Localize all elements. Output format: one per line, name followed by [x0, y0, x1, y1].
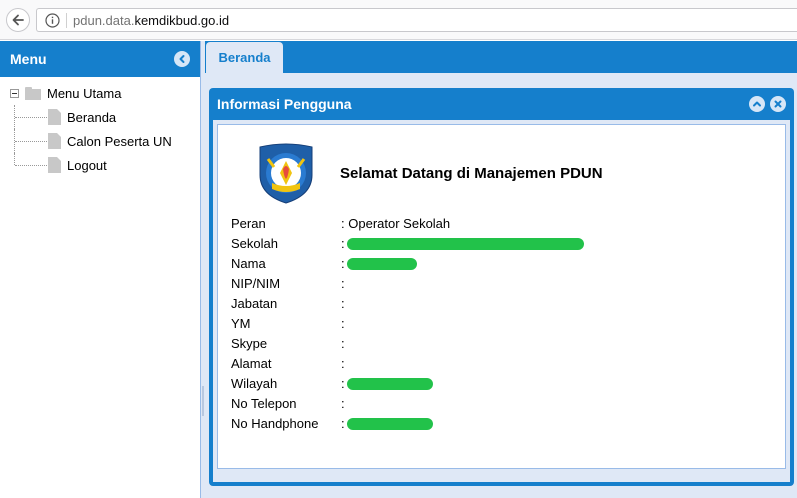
redacted-value	[346, 238, 584, 251]
tree-line	[15, 117, 47, 118]
info-row-jabatan: Jabatan :	[231, 293, 584, 313]
menu-header: Menu	[0, 41, 200, 77]
menu-panel: Menu Menu Utama Beranda Calon Peserta UN	[0, 41, 201, 498]
file-icon	[48, 133, 61, 149]
info-value: :	[341, 296, 345, 311]
info-sep: :	[341, 395, 345, 411]
info-label: Nama	[231, 255, 266, 271]
info-row-no-handphone: No Handphone :	[231, 413, 584, 433]
menu-item-calon-peserta-un[interactable]: Calon Peserta UN	[0, 129, 200, 153]
info-sep: :	[341, 215, 345, 231]
tree-label-menu-utama: Menu Utama	[47, 85, 122, 101]
info-row-nama: Nama :	[231, 253, 584, 273]
chevron-up-icon	[753, 101, 761, 107]
info-sep: :	[341, 415, 345, 431]
tree-node-menu-utama[interactable]: Menu Utama	[0, 81, 200, 105]
menu-item-label: Beranda	[67, 109, 117, 125]
address-separator	[66, 13, 67, 28]
info-sep: :	[341, 295, 345, 311]
info-sep: :	[341, 335, 345, 351]
info-value: : Operator Sekolah	[341, 216, 450, 231]
info-sep: :	[341, 255, 345, 271]
address-bar[interactable]: pdun.data.kemdikbud.go.id	[36, 8, 797, 32]
redacted-value	[346, 378, 433, 391]
back-arrow-icon	[12, 14, 24, 26]
info-label: Peran	[231, 215, 266, 231]
collapse-left-icon	[179, 55, 185, 63]
tab-beranda[interactable]: Beranda	[206, 42, 283, 73]
tab-bar: Beranda	[205, 41, 797, 73]
info-row-ym: YM :	[231, 313, 584, 333]
user-info-panel: Informasi Pengguna Selamat Datang di Man…	[209, 88, 794, 486]
redacted-value	[346, 418, 433, 431]
tut-wuri-handayani-logo	[259, 143, 313, 204]
info-sep: :	[341, 375, 345, 391]
info-value: :	[341, 276, 345, 291]
info-value: :	[341, 316, 345, 331]
info-value-text: Operator Sekolah	[348, 215, 451, 231]
info-row-wilayah: Wilayah :	[231, 373, 584, 393]
file-icon	[48, 157, 61, 173]
info-value: :	[341, 236, 584, 251]
menu-item-beranda[interactable]: Beranda	[0, 105, 200, 129]
info-label: Skype	[231, 335, 268, 351]
tree-expander[interactable]	[10, 88, 19, 98]
info-value: :	[341, 416, 433, 431]
info-value: :	[341, 356, 345, 371]
panel-header: Informasi Pengguna	[213, 88, 790, 120]
panel-tools	[749, 96, 786, 112]
folder-icon	[25, 86, 41, 100]
splitter-grip[interactable]	[202, 386, 204, 416]
info-value: :	[341, 396, 345, 411]
info-sep: :	[341, 315, 345, 331]
info-label: NIP/NIM	[231, 275, 281, 291]
info-label: Wilayah	[231, 375, 278, 391]
menu-item-label: Logout	[67, 157, 107, 173]
file-icon	[48, 109, 61, 125]
panel-body-frame: Selamat Datang di Manajemen PDUN Peran :…	[213, 120, 790, 482]
tree-line	[14, 153, 15, 165]
info-sep: :	[341, 235, 345, 251]
tree-line	[15, 141, 47, 142]
back-button[interactable]	[6, 8, 30, 32]
browser-toolbar: pdun.data.kemdikbud.go.id	[0, 0, 797, 40]
info-row-nip: NIP/NIM :	[231, 273, 584, 293]
welcome-heading: Selamat Datang di Manajemen PDUN	[340, 165, 603, 182]
menu-item-logout[interactable]: Logout	[0, 153, 200, 177]
close-icon	[774, 100, 782, 108]
panel-collapse-button[interactable]	[749, 96, 765, 112]
menu-tree: Menu Utama Beranda Calon Peserta UN Logo…	[0, 77, 200, 177]
info-row-peran: Peran : Operator Sekolah	[231, 213, 584, 233]
info-label: No Telepon	[231, 395, 297, 411]
menu-title: Menu	[10, 51, 47, 67]
info-icon[interactable]	[45, 13, 60, 28]
panel-title: Informasi Pengguna	[217, 96, 352, 112]
menu-collapse-button[interactable]	[174, 51, 190, 67]
info-value: :	[341, 376, 433, 391]
info-label: Jabatan	[231, 295, 278, 311]
info-value: :	[341, 256, 417, 271]
info-label: Sekolah	[231, 235, 278, 251]
info-sep: :	[341, 355, 345, 371]
info-sep: :	[341, 275, 345, 291]
info-row-alamat: Alamat :	[231, 353, 584, 373]
info-row-sekolah: Sekolah :	[231, 233, 584, 253]
main-area: Beranda Informasi Pengguna Selamat Datan…	[205, 41, 797, 498]
info-value: :	[341, 336, 345, 351]
info-label: No Handphone	[231, 415, 319, 431]
url-text: pdun.data.kemdikbud.go.id	[73, 13, 230, 28]
info-label: Alamat	[231, 355, 272, 371]
panel-close-button[interactable]	[770, 96, 786, 112]
panel-body: Selamat Datang di Manajemen PDUN Peran :…	[217, 124, 786, 469]
user-info-table: Peran : Operator Sekolah Sekolah : Nama …	[231, 213, 584, 433]
tree-line	[15, 165, 47, 166]
menu-item-label: Calon Peserta UN	[67, 133, 172, 149]
info-label: YM	[231, 315, 251, 331]
info-row-skype: Skype :	[231, 333, 584, 353]
info-row-no-telepon: No Telepon :	[231, 393, 584, 413]
redacted-value	[346, 258, 417, 271]
